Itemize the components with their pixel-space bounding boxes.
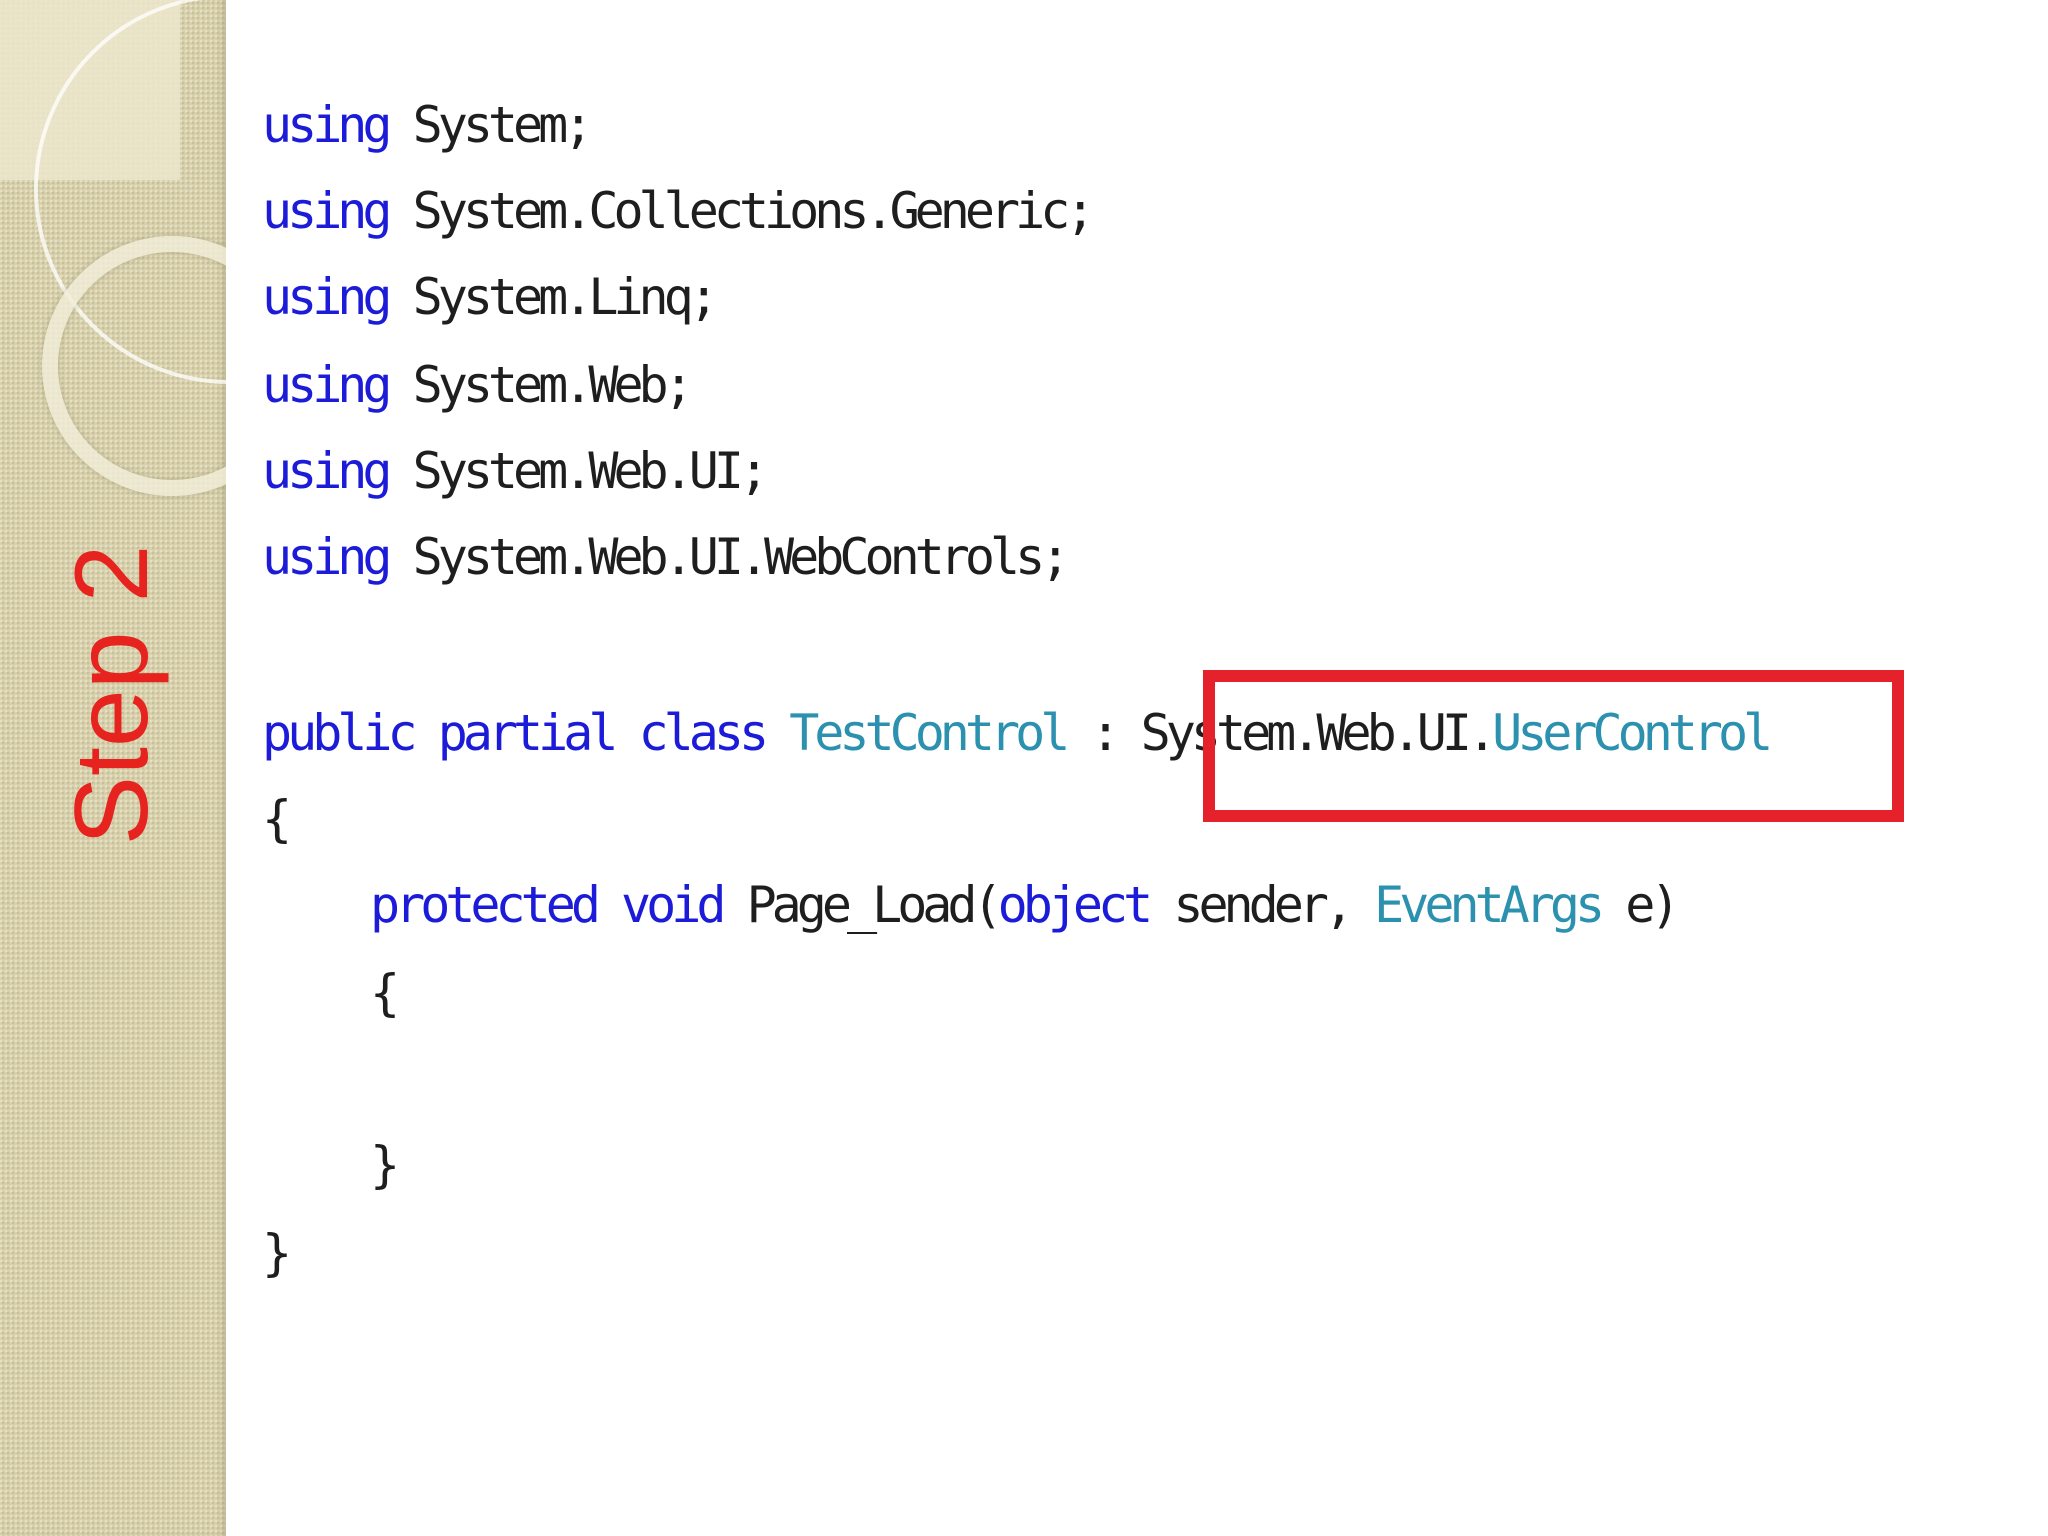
method-signature-line: protected void Page_Load(object sender, … (370, 870, 1680, 940)
keyword-void: void (621, 876, 726, 934)
namespace-text: System.Web.UI.WebControls; (412, 528, 1071, 586)
keyword-using: using (262, 442, 392, 500)
keyword-object: object (997, 876, 1154, 934)
slide-sidebar: Step 2 (0, 0, 226, 1536)
keyword-using: using (262, 268, 392, 326)
keyword-partial: partial (437, 704, 619, 762)
param-e: e) (1625, 876, 1680, 934)
method-open-brace: { (370, 964, 400, 1022)
param-sender: sender, (1173, 876, 1354, 934)
namespace-text: System.Web; (412, 356, 694, 414)
method-name: Page_Load( (746, 876, 1003, 934)
colon-token: : (1090, 704, 1120, 762)
method-close-brace: } (370, 1136, 400, 1194)
keyword-using: using (262, 356, 392, 414)
using-line-5: using System.Web.UI; (262, 436, 769, 506)
class-close-brace: } (262, 1224, 292, 1282)
keyword-public: public (262, 704, 418, 762)
keyword-using: using (262, 528, 392, 586)
highlight-box (1203, 670, 1904, 822)
keyword-class: class (638, 704, 769, 762)
namespace-text: System.Web.UI; (412, 442, 769, 500)
namespace-text: System; (412, 96, 594, 154)
namespace-text: System.Linq; (412, 268, 719, 326)
keyword-protected: protected (370, 876, 601, 934)
using-line-2: using System.Collections.Generic; (262, 176, 1096, 246)
using-line-3: using System.Linq; (262, 262, 719, 332)
namespace-text: System.Collections.Generic; (412, 182, 1096, 240)
using-line-1: using System; (262, 90, 594, 160)
using-line-6: using System.Web.UI.WebControls; (262, 522, 1071, 592)
keyword-using: using (262, 182, 392, 240)
keyword-using: using (262, 96, 392, 154)
class-open-brace: { (262, 790, 292, 848)
param-type-eventargs: EventArgs (1374, 876, 1605, 934)
using-line-4: using System.Web; (262, 350, 694, 420)
class-name: TestControl (789, 704, 1070, 762)
step-label: Step 2 (54, 544, 170, 846)
